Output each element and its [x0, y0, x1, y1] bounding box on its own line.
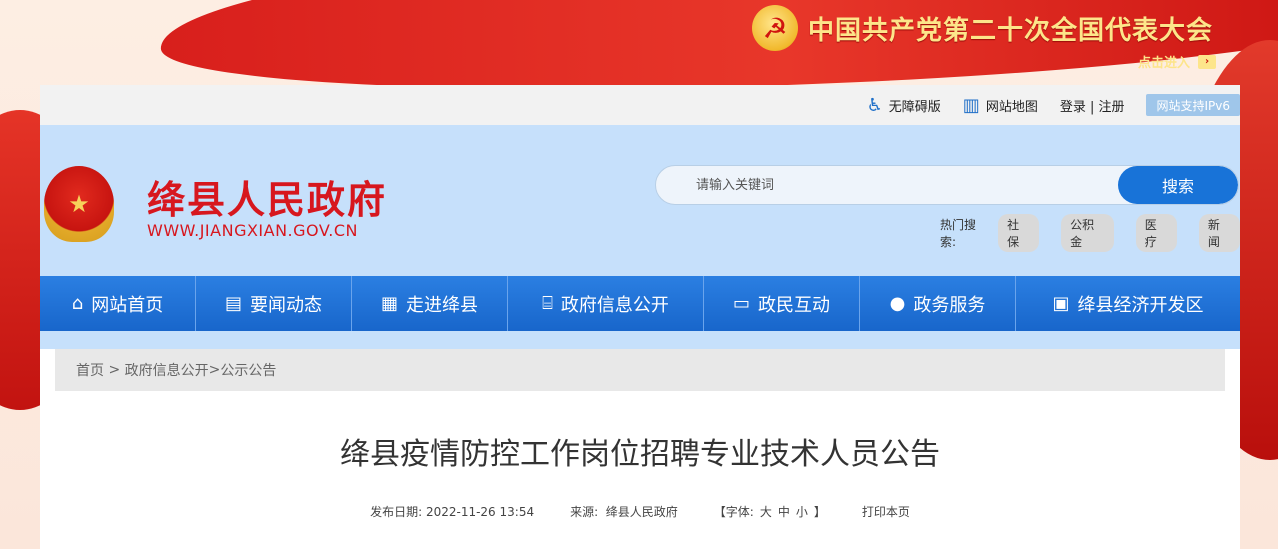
- nav-item-news[interactable]: ▤ 要闻动态: [196, 276, 352, 331]
- hot-tag-news[interactable]: 新闻: [1198, 214, 1240, 252]
- font-label: 【字体:: [713, 505, 754, 519]
- font-large-button[interactable]: 大: [760, 503, 772, 520]
- nav-item-home[interactable]: ⌂ 网站首页: [40, 276, 196, 331]
- source-value: 绛县人民政府: [605, 505, 678, 519]
- accessibility-icon: ♿: [866, 94, 883, 116]
- nav-label-home: 网站首页: [91, 294, 164, 316]
- font-size-controls: 【字体: 大 中 小 】: [714, 503, 826, 520]
- font-medium-button[interactable]: 中: [778, 503, 790, 520]
- nav-item-interaction[interactable]: ▭ 政民互动: [704, 276, 860, 331]
- publish-label: 发布日期:: [370, 505, 423, 519]
- login-register-label: 登录 | 注册: [1059, 99, 1125, 115]
- party-emblem-icon: ☭: [752, 5, 798, 51]
- nav-label-news: 要闻动态: [250, 294, 322, 316]
- nav-item-dev-zone[interactable]: ▣ 绛县经济开发区: [1016, 276, 1240, 331]
- font-small-button[interactable]: 小: [796, 503, 808, 520]
- site-name[interactable]: 绛县人民政府: [147, 169, 387, 224]
- accessibility-link[interactable]: ♿ 无障碍版: [867, 95, 941, 116]
- article-meta: 发布日期: 2022-11-26 13:54 来源: 绛县人民政府 【字体: 大…: [40, 503, 1240, 520]
- login-register-link[interactable]: 登录 | 注册: [1060, 96, 1125, 115]
- source-label: 来源:: [570, 505, 599, 519]
- news-icon: ▤: [224, 293, 242, 314]
- breadcrumb-gov-info[interactable]: 政府信息公开: [125, 360, 209, 380]
- sitemap-label: 网站地图: [985, 99, 1038, 115]
- map-icon: ▣: [1052, 293, 1070, 314]
- nav-label-dev-zone: 绛县经济开发区: [1077, 294, 1204, 316]
- user-service-icon: ●: [889, 293, 906, 314]
- government-icon: ⌸: [542, 293, 553, 314]
- sitemap-link[interactable]: ▥ 网站地图: [963, 95, 1038, 116]
- nav-label-services: 政务服务: [913, 294, 986, 316]
- map-icon: ▥: [962, 94, 980, 116]
- nav-spacer: [40, 331, 1240, 349]
- nav-label-gov-info: 政府信息公开: [560, 294, 669, 316]
- nav-item-gov-info[interactable]: ⌸ 政府信息公开: [508, 276, 704, 331]
- breadcrumb: 首页 > 政府信息公开 > 公示公告: [55, 349, 1225, 391]
- congress-title: 中国共产党第二十次全国代表大会: [808, 15, 1214, 46]
- breadcrumb-separator: >: [208, 362, 221, 378]
- search-button[interactable]: 搜索: [1118, 166, 1238, 204]
- breadcrumb-announcements[interactable]: 公示公告: [220, 360, 276, 380]
- page-container: ♿ 无障碍版 ▥ 网站地图 登录 | 注册 网站支持IPv6 ★ 绛县人民政府 …: [40, 85, 1240, 549]
- national-emblem-icon: ★: [44, 166, 114, 242]
- publish-date: 发布日期: 2022-11-26 13:54: [370, 503, 534, 520]
- main-nav: ⌂ 网站首页 ▤ 要闻动态 ▦ 走进绛县 ⌸ 政府信息公开 ▭ 政民互动 ● 政…: [40, 276, 1240, 331]
- publish-value: 2022-11-26 13:54: [425, 505, 535, 519]
- top-utility-bar: ♿ 无障碍版 ▥ 网站地图 登录 | 注册 网站支持IPv6: [40, 85, 1240, 125]
- source: 来源: 绛县人民政府: [570, 503, 678, 520]
- hot-tag-medical[interactable]: 医疗: [1135, 214, 1177, 252]
- site-header: ★ 绛县人民政府 WWW.JIANGXIAN.GOV.CN 搜索 热门搜索: 社…: [40, 125, 1240, 276]
- congress-banner-link[interactable]: ☭ 中国共产党第二十次全国代表大会: [752, 4, 1213, 52]
- nav-label-about-county: 走进绛县: [406, 294, 478, 316]
- nav-item-about-county[interactable]: ▦ 走进绛县: [352, 276, 508, 331]
- site-url: WWW.JIANGXIAN.GOV.CN: [147, 221, 358, 240]
- congress-enter-link[interactable]: 点击进入 ›: [1138, 52, 1217, 71]
- nav-label-interaction: 政民互动: [758, 294, 830, 316]
- nav-item-services[interactable]: ● 政务服务: [860, 276, 1016, 331]
- search-input[interactable]: [656, 166, 1118, 204]
- article-title: 绛县疫情防控工作岗位招聘专业技术人员公告: [340, 437, 940, 472]
- hot-tag-social-security[interactable]: 社保: [998, 214, 1040, 252]
- breadcrumb-separator: >: [104, 362, 125, 378]
- chat-icon: ▭: [732, 293, 750, 314]
- hot-tag-housing-fund[interactable]: 公积金: [1061, 214, 1114, 252]
- building-icon: ▦: [380, 293, 398, 314]
- enter-arrow-icon: ›: [1198, 54, 1217, 69]
- font-close: 】: [813, 505, 826, 519]
- print-button[interactable]: 打印本页: [862, 503, 910, 520]
- hot-search-label: 热门搜索:: [940, 218, 977, 249]
- enter-label: 点击进入: [1138, 56, 1191, 71]
- search-box: 搜索: [655, 165, 1239, 205]
- ipv6-badge: 网站支持IPv6: [1146, 94, 1240, 116]
- accessibility-label: 无障碍版: [888, 99, 941, 115]
- breadcrumb-home[interactable]: 首页: [76, 360, 104, 380]
- home-icon: ⌂: [71, 293, 84, 314]
- hot-search: 热门搜索: 社保 公积金 医疗 新闻: [940, 214, 1240, 252]
